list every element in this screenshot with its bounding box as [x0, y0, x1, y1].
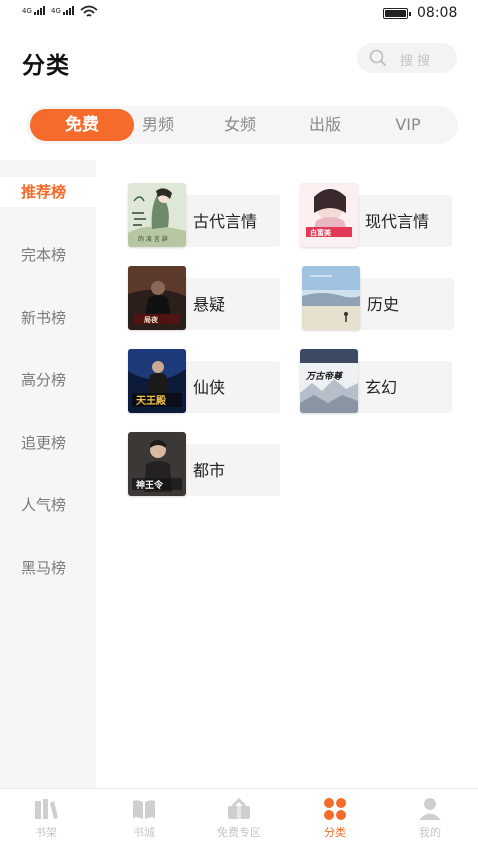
category-card-xianxia[interactable]: 天王殿 仙侠 — [128, 349, 280, 413]
battery-icon — [383, 8, 411, 19]
sidebar-item-popular[interactable]: 人气榜 — [0, 490, 96, 520]
sidebar-item-recommend[interactable]: 推荐榜 — [0, 177, 96, 207]
nav-free-zone[interactable]: 免费专区 — [199, 797, 279, 847]
sidebar-item-updating[interactable]: 追更榜 — [0, 428, 96, 458]
book-cover: 天王殿 — [128, 349, 186, 413]
tab-female[interactable]: 女频 — [210, 106, 270, 144]
sidebar-item-completed[interactable]: 完本榜 — [0, 240, 96, 270]
sidebar-item-dark-horse[interactable]: 黑马榜 — [0, 553, 96, 583]
nav-bookstore[interactable]: 书城 — [104, 797, 184, 847]
grid-icon — [324, 798, 346, 820]
person-icon — [419, 798, 441, 820]
wifi-icon — [80, 5, 98, 17]
tab-male[interactable]: 男频 — [128, 106, 188, 144]
tab-publish[interactable]: 出版 — [295, 106, 355, 144]
cover-title-text: 白富美 — [310, 228, 332, 237]
nav-profile[interactable]: 我的 — [390, 797, 470, 847]
category-name: 都市 — [193, 461, 226, 480]
category-name: 仙侠 — [193, 378, 226, 397]
tab-free[interactable]: 免费 — [30, 109, 134, 141]
status-bar: 4G 4G 08:08 — [0, 0, 478, 28]
search-placeholder: 搜 搜 — [400, 54, 431, 69]
cover-title-text: 局夜 — [144, 315, 159, 324]
book-icon — [133, 800, 155, 819]
cellular-signal-icon-2: 4G — [51, 6, 74, 15]
category-name: 现代言情 — [365, 212, 430, 231]
category-name: 悬疑 — [193, 295, 226, 314]
cover-title-text: 万古帝尊 — [305, 371, 344, 382]
nav-bookshelf[interactable]: 书架 — [6, 797, 86, 847]
bookshelf-icon — [35, 799, 58, 819]
sidebar-item-new[interactable]: 新书榜 — [0, 303, 96, 333]
channel-tabs: 免费 男频 女频 出版 VIP — [26, 106, 458, 144]
cover-title-text: 神王令 — [136, 479, 164, 491]
category-card-history[interactable]: 历史 — [302, 266, 454, 330]
cover-title-text: 天王殿 — [136, 395, 167, 407]
book-cover: 万古帝尊 — [300, 349, 358, 413]
category-card-suspense[interactable]: 局夜 悬疑 — [128, 266, 280, 330]
page-title: 分类 — [22, 53, 70, 79]
search-icon — [369, 49, 387, 67]
gift-icon — [228, 797, 250, 819]
category-name: 历史 — [367, 295, 400, 314]
category-card-fantasy[interactable]: 万古帝尊 玄幻 — [300, 349, 452, 413]
nav-category[interactable]: 分类 — [295, 797, 375, 847]
search-box[interactable]: 搜 搜 — [357, 43, 457, 73]
sidebar-item-top-rated[interactable]: 高分榜 — [0, 365, 96, 395]
bottom-nav: 书架 书城 免费专区 分类 我的 — [0, 788, 478, 850]
book-cover: 的 凌 言 辞 — [128, 183, 186, 247]
category-card-modern-romance[interactable]: 白富美 现代言情 — [300, 183, 452, 247]
category-card-urban[interactable]: 神王令 都市 — [128, 432, 280, 496]
clock: 08:08 — [417, 5, 458, 21]
book-cover — [302, 266, 360, 330]
book-cover: 局夜 — [128, 266, 186, 330]
category-name: 玄幻 — [365, 378, 398, 397]
cover-title-text: 的 凌 言 辞 — [138, 235, 168, 243]
book-cover: 白富美 — [300, 183, 358, 247]
book-cover: 神王令 — [128, 432, 186, 496]
tab-vip[interactable]: VIP — [378, 106, 438, 144]
category-name: 古代言情 — [193, 212, 258, 231]
category-card-ancient-romance[interactable]: 的 凌 言 辞 古代言情 — [128, 183, 280, 247]
cellular-signal-icon: 4G — [22, 6, 45, 15]
ranking-sidebar: 推荐榜 完本榜 新书榜 高分榜 追更榜 人气榜 黑马榜 — [0, 160, 96, 788]
